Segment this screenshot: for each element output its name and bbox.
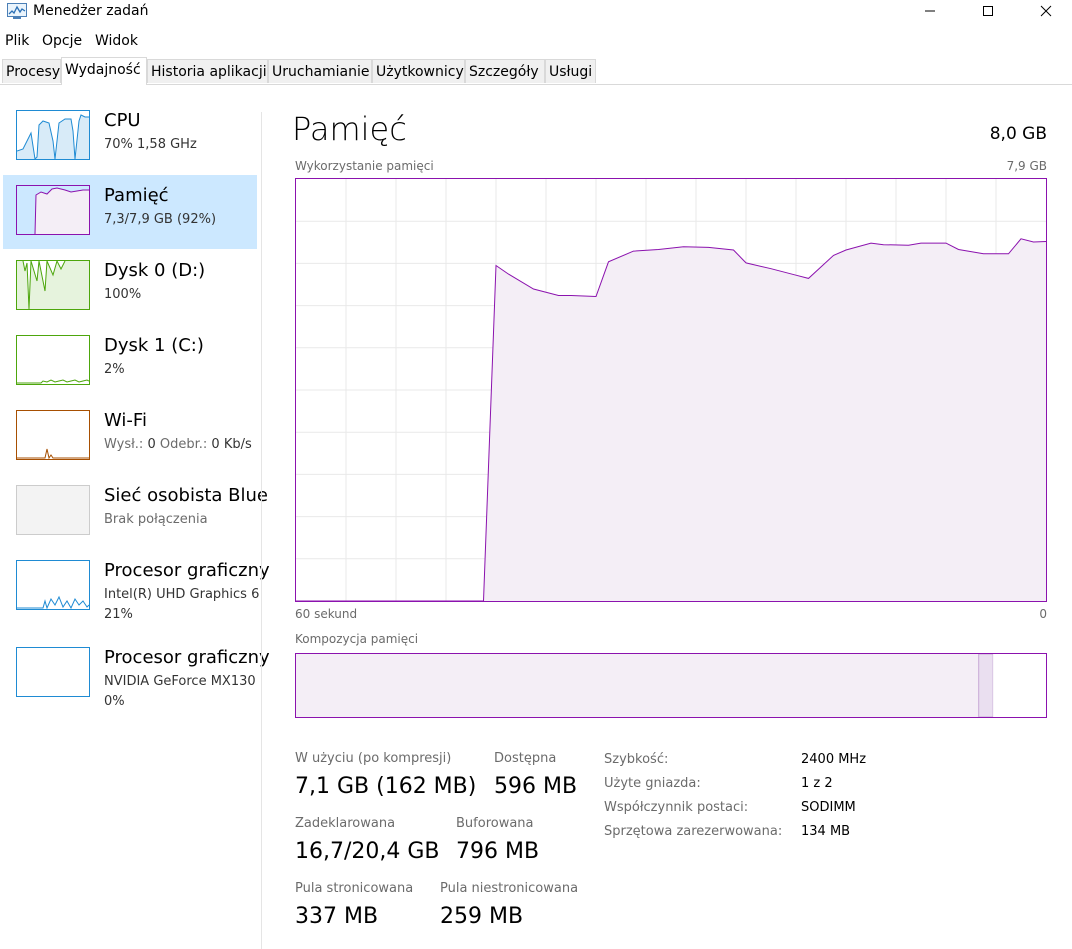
form-factor-label: Współczynnik postaci:	[604, 800, 749, 815]
nonpaged-pool-label: Pula niestronicowana	[440, 881, 579, 896]
paged-pool-label: Pula stronicowana	[295, 881, 414, 896]
wifi-send-value: 0	[147, 437, 156, 452]
tab-bar: Procesy Wydajność Historia aplikacji Uru…	[0, 57, 1072, 85]
composition-in-use-segment[interactable]	[296, 654, 979, 717]
memory-panel: Pamięć 8,0 GB Wykorzystanie pamięci 7,9 …	[262, 84, 1072, 949]
slots-value: 1 z 2	[801, 776, 833, 791]
in-use-value: 7,1 GB (162 MB)	[295, 774, 477, 799]
sidebar-title-bluetooth: Sieć osobista Blue	[104, 485, 268, 506]
tab-uzytkownicy[interactable]: Użytkownicy	[372, 59, 465, 83]
minimize-icon	[925, 10, 935, 12]
sidebar-item-gpu-1[interactable]: Procesor graficzny NVIDIA GeForce MX130 …	[3, 637, 270, 723]
maximize-icon	[983, 6, 993, 16]
composition-modified-segment[interactable]	[978, 653, 994, 718]
menu-widok[interactable]: Widok	[95, 33, 138, 49]
sidebar-item-pamiec[interactable]: Pamięć 7,3/7,9 GB (92%)	[3, 175, 257, 249]
tab-procesy[interactable]: Procesy	[2, 59, 61, 83]
tab-uslugi[interactable]: Usługi	[545, 59, 596, 83]
menu-opcje[interactable]: Opcje	[42, 33, 82, 49]
sidebar-title-wifi: Wi-Fi	[104, 410, 147, 431]
menu-plik[interactable]: Plik	[5, 33, 29, 49]
cached-value: 796 MB	[456, 839, 540, 864]
memory-thumbnail	[16, 185, 90, 235]
gpu1-thumbnail	[16, 647, 90, 697]
committed-value: 16,7/20,4 GB	[295, 839, 440, 864]
sidebar-title-pamiec: Pamięć	[104, 185, 169, 206]
hardware-reserved-value: 134 MB	[801, 824, 851, 839]
task-manager-icon	[7, 3, 27, 19]
x-axis-left-label: 60 sekund	[295, 607, 358, 621]
disk1-thumbnail	[16, 335, 90, 385]
tab-wydajnosc[interactable]: Wydajność	[61, 57, 147, 85]
close-icon	[1040, 5, 1052, 17]
disk1-sparkline	[17, 379, 89, 384]
close-button[interactable]	[1020, 0, 1072, 22]
disk0-thumbnail	[16, 260, 90, 310]
cpu-sparkline	[17, 114, 89, 159]
available-value: 596 MB	[494, 774, 578, 799]
sidebar-sub-gpu-1: NVIDIA GeForce MX130	[104, 674, 256, 689]
sidebar-sub2-gpu-1: 0%	[104, 694, 125, 709]
nonpaged-pool-value: 259 MB	[440, 904, 524, 929]
tab-szczegoly[interactable]: Szczegóły	[465, 59, 545, 83]
paged-pool-value: 337 MB	[295, 904, 379, 929]
tab-uruchamianie[interactable]: Uruchamianie	[268, 59, 372, 83]
page-title: Pamięć	[292, 110, 407, 148]
window-title: Menedżer zadań	[33, 3, 149, 19]
title-bar: Menedżer zadań	[0, 0, 1072, 28]
sidebar-item-wifi[interactable]: Wi-Fi Wysł.: 0 Odebr.: 0 Kb/s	[3, 400, 257, 474]
gpu0-thumbnail	[16, 560, 90, 610]
gpu0-sparkline	[17, 595, 89, 609]
speed-label: Szybkość:	[604, 752, 669, 767]
memory-usage-chart	[295, 178, 1047, 602]
sidebar-sub-gpu-0: Intel(R) UHD Graphics 6	[104, 587, 260, 602]
bluetooth-thumbnail	[16, 485, 90, 535]
sidebar-sub-bluetooth: Brak połączenia	[104, 512, 208, 527]
disk0-sparkline	[17, 261, 89, 309]
sidebar-title-gpu-0: Procesor graficzny	[104, 560, 270, 581]
composition-label: Kompozycja pamięci	[295, 632, 419, 646]
usage-chart-label: Wykorzystanie pamięci	[295, 159, 434, 173]
wifi-thumbnail	[16, 410, 90, 460]
memory-sparkline	[34, 187, 89, 234]
sidebar-item-bluetooth[interactable]: Sieć osobista Blue Brak połączenia	[3, 475, 268, 549]
available-label: Dostępna	[494, 751, 557, 766]
wifi-recv-value: 0 Kb/s	[211, 437, 252, 452]
tab-historia-aplikacji[interactable]: Historia aplikacji	[147, 59, 268, 83]
slots-label: Użyte gniazda:	[604, 776, 701, 791]
sidebar-title-cpu: CPU	[104, 110, 141, 131]
in-use-label: W użyciu (po kompresji)	[295, 751, 452, 766]
usage-chart-max: 7,9 GB	[1006, 159, 1047, 173]
cached-label: Buforowana	[456, 816, 534, 831]
wifi-recv-label: Odebr.:	[159, 437, 208, 452]
memory-composition-bar	[295, 653, 1047, 718]
form-factor-value: SODIMM	[801, 800, 856, 815]
memory-total: 8,0 GB	[989, 124, 1047, 144]
sidebar-item-cpu[interactable]: CPU 70% 1,58 GHz	[3, 100, 257, 174]
sidebar-sub-wifi: Wysł.: 0 Odebr.: 0 Kb/s	[104, 437, 252, 452]
sidebar-sub2-gpu-0: 21%	[104, 607, 133, 622]
sidebar-item-dysk-0[interactable]: Dysk 0 (D:) 100%	[3, 250, 257, 324]
hardware-reserved-label: Sprzętowa zarezerwowana:	[604, 824, 783, 839]
performance-sidebar: CPU 70% 1,58 GHz Pamięć 7,3/7,9 GB (92%)…	[0, 100, 270, 949]
sidebar-sub-cpu: 70% 1,58 GHz	[104, 137, 197, 152]
x-axis-right-label: 0	[1039, 607, 1047, 621]
sidebar-title-dysk-1: Dysk 1 (C:)	[104, 335, 204, 356]
sidebar-sub-dysk-0: 100%	[104, 287, 142, 302]
maximize-button[interactable]	[962, 0, 1014, 22]
wifi-send-label: Wysł.:	[104, 437, 144, 452]
sidebar-item-dysk-1[interactable]: Dysk 1 (C:) 2%	[3, 325, 257, 399]
sidebar-title-dysk-0: Dysk 0 (D:)	[104, 260, 206, 281]
committed-label: Zadeklarowana	[295, 816, 396, 831]
sidebar-title-gpu-1: Procesor graficzny	[104, 647, 270, 668]
minimize-button[interactable]	[904, 0, 956, 22]
cpu-thumbnail	[16, 110, 90, 160]
speed-value: 2400 MHz	[801, 752, 867, 767]
sidebar-sub-pamiec: 7,3/7,9 GB (92%)	[104, 212, 217, 227]
composition-free-segment[interactable]	[993, 654, 1046, 717]
sidebar-item-gpu-0[interactable]: Procesor graficzny Intel(R) UHD Graphics…	[3, 550, 270, 636]
wifi-sparkline	[17, 448, 89, 459]
sidebar-sub-dysk-1: 2%	[104, 362, 125, 377]
